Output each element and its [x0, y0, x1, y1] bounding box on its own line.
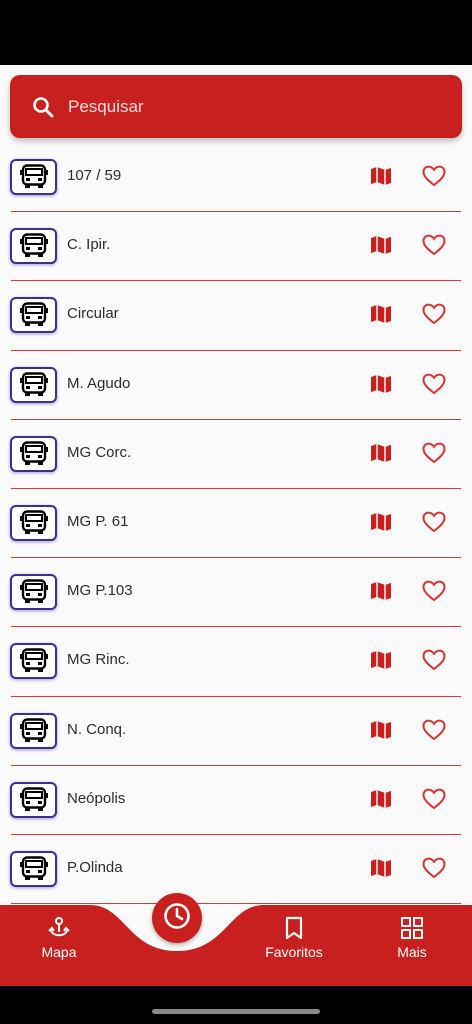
bus-icon — [10, 712, 57, 749]
map-icon[interactable] — [369, 856, 393, 880]
nav-item-more[interactable]: Mais — [367, 915, 457, 975]
nav-item-favorites[interactable]: Favoritos — [249, 915, 339, 975]
route-name: MG P.103 — [67, 582, 133, 600]
heart-icon[interactable] — [421, 855, 447, 881]
bottom-nav: Mapa Favoritos Mais — [0, 903, 472, 986]
route-row[interactable]: Circular — [0, 281, 472, 351]
bus-icon — [10, 781, 57, 818]
map-icon[interactable] — [369, 579, 393, 603]
route-row[interactable]: MG P.103 — [0, 558, 472, 628]
route-name: MG Corc. — [67, 443, 132, 461]
search-icon — [29, 93, 57, 121]
map-icon[interactable] — [369, 441, 393, 465]
route-row[interactable]: MG Corc. — [0, 420, 472, 490]
status-bar — [0, 0, 472, 65]
route-name: N. Conq. — [67, 720, 127, 738]
nav-label-map: Mapa — [41, 944, 77, 960]
route-row[interactable]: Neópolis — [0, 766, 472, 836]
heart-icon[interactable] — [421, 301, 447, 327]
bus-icon — [10, 504, 57, 541]
clock-icon — [162, 901, 192, 936]
map-icon[interactable] — [369, 648, 393, 672]
home-indicator[interactable] — [152, 1009, 320, 1014]
bus-icon — [10, 850, 57, 887]
map-icon[interactable] — [369, 233, 393, 257]
system-gesture-bar — [0, 986, 472, 1024]
map-pin-icon — [46, 915, 72, 941]
route-row[interactable]: M. Agudo — [0, 351, 472, 420]
route-name: Neópolis — [67, 789, 126, 807]
grid-icon — [399, 915, 425, 941]
map-icon[interactable] — [369, 372, 393, 396]
route-name: Circular — [67, 305, 119, 323]
bus-icon — [10, 643, 57, 680]
route-row[interactable]: 107 / 59 — [0, 143, 472, 213]
bus-icon — [10, 159, 57, 195]
heart-icon[interactable] — [421, 509, 447, 535]
route-list: 107 / 59 C. Ipir. Circular M. Agudo MG C… — [0, 143, 472, 905]
heart-icon[interactable] — [421, 371, 447, 397]
map-icon[interactable] — [369, 164, 393, 188]
heart-icon[interactable] — [421, 647, 447, 673]
map-icon[interactable] — [369, 718, 393, 742]
route-name: MG Rinc. — [67, 651, 130, 669]
bus-icon — [10, 574, 57, 611]
heart-icon[interactable] — [421, 717, 447, 743]
nav-label-favorites: Favoritos — [265, 944, 323, 960]
map-icon[interactable] — [369, 787, 393, 811]
heart-icon[interactable] — [421, 232, 447, 258]
route-row[interactable]: MG P. 61 — [0, 489, 472, 559]
search-input[interactable]: Pesquisar — [68, 97, 144, 117]
heart-icon[interactable] — [421, 786, 447, 812]
route-name: 107 / 59 — [67, 167, 122, 184]
nav-item-map[interactable]: Mapa — [14, 915, 104, 975]
route-name: P.Olinda — [67, 858, 123, 876]
route-name: MG P. 61 — [67, 512, 129, 530]
bookmark-icon — [281, 915, 307, 941]
app-screen: Pesquisar 107 / 59 C. Ipir. Circular M. … — [0, 65, 472, 986]
route-row[interactable]: P.Olinda — [0, 835, 472, 905]
heart-icon[interactable] — [421, 163, 447, 189]
search-bar[interactable]: Pesquisar — [10, 75, 462, 138]
bus-icon — [10, 366, 57, 403]
bus-icon — [10, 297, 57, 334]
route-row[interactable]: N. Conq. — [0, 697, 472, 766]
route-name: C. Ipir. — [67, 236, 111, 254]
route-row[interactable]: C. Ipir. — [0, 212, 472, 282]
map-icon[interactable] — [369, 302, 393, 326]
schedule-button[interactable] — [152, 893, 202, 943]
map-icon[interactable] — [369, 510, 393, 534]
route-row[interactable]: MG Rinc. — [0, 627, 472, 697]
route-name: M. Agudo — [67, 374, 131, 392]
bus-icon — [10, 435, 57, 472]
heart-icon[interactable] — [421, 578, 447, 604]
bus-icon — [10, 228, 57, 265]
heart-icon[interactable] — [421, 440, 447, 466]
nav-label-more: Mais — [397, 944, 427, 960]
